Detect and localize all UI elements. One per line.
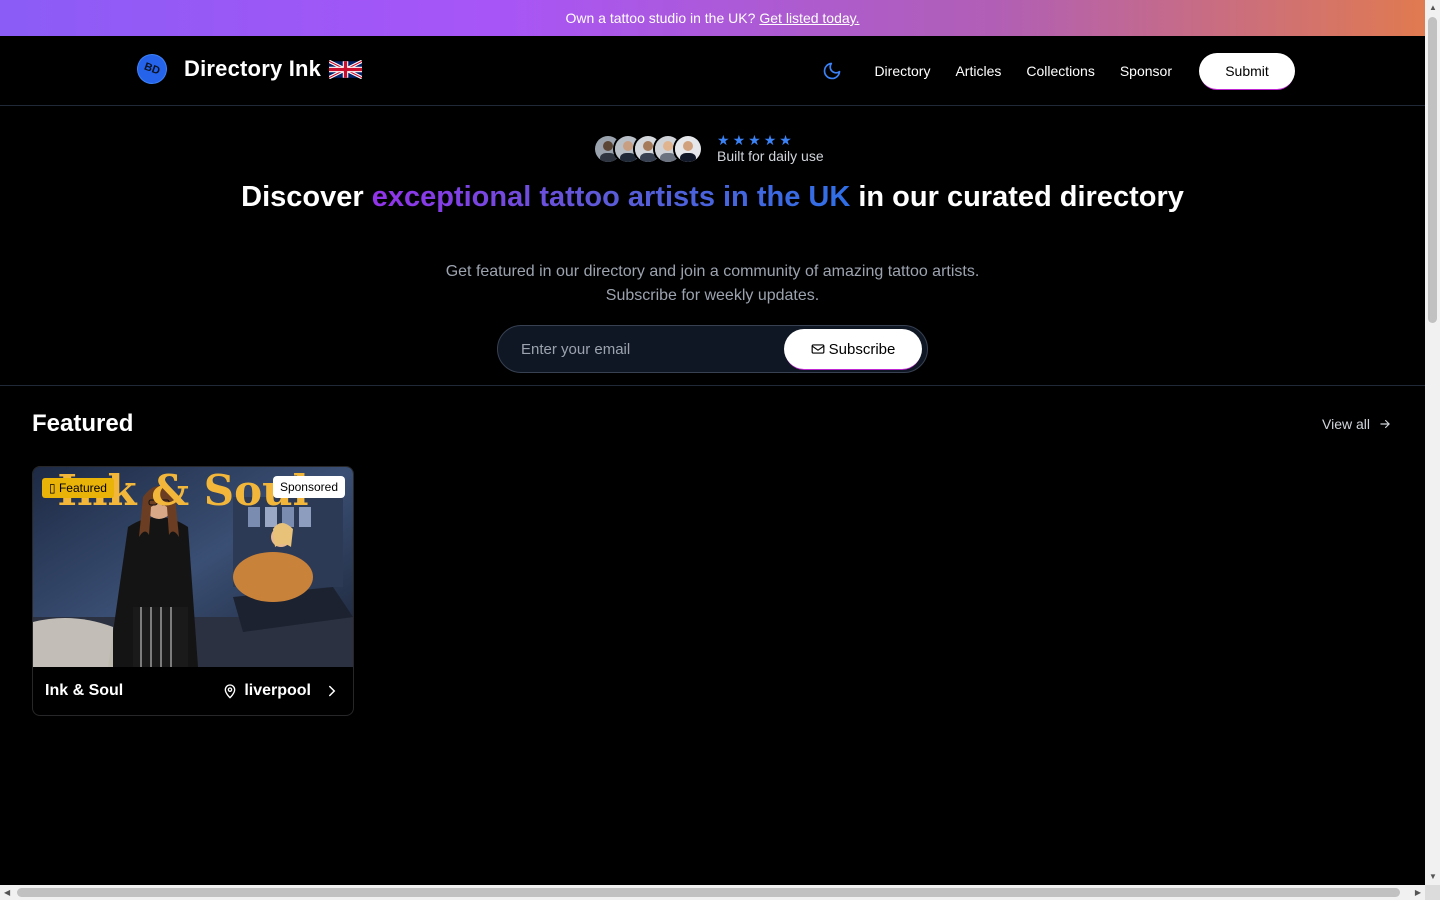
scroll-up-icon[interactable]: ▲	[1429, 4, 1437, 12]
rating-stars: ★ ★ ★ ★ ★	[717, 133, 824, 147]
card-image: Ink & Soul ▯ Featured Sponsored	[33, 467, 353, 667]
hero-title: Discover exceptional tattoo artists in t…	[0, 178, 1425, 216]
map-pin-icon	[224, 684, 236, 699]
sponsored-badge: Sponsored	[272, 476, 345, 498]
star-icon: ★	[717, 132, 730, 148]
featured-title: Featured	[32, 410, 134, 437]
arrow-right-icon	[1380, 419, 1390, 429]
scrollbar-corner	[1425, 885, 1440, 900]
card-title: Ink & Soul	[45, 682, 124, 699]
view-all-link[interactable]: View all	[1322, 416, 1392, 432]
moon-icon	[824, 62, 841, 80]
subscribe-button[interactable]: Subscribe	[784, 329, 922, 369]
subscribe-form: Subscribe	[497, 325, 928, 373]
listing-card[interactable]: Ink & Soul ▯ Featured Sponsored Ink & So…	[32, 466, 354, 716]
avatar	[673, 133, 703, 164]
hero-title-highlight: exceptional tattoo artists in the UK	[371, 181, 851, 213]
view-all-label: View all	[1322, 416, 1370, 432]
card-footer: Ink & Soul liverpool	[33, 667, 353, 715]
chevron-right-icon	[329, 685, 336, 697]
email-input[interactable]	[498, 340, 784, 358]
brand-link[interactable]: BD Directory Ink	[132, 49, 363, 89]
scroll-right-icon[interactable]: ▶	[1415, 889, 1421, 897]
hero-title-start: Discover	[241, 181, 372, 213]
nav-sponsor[interactable]: Sponsor	[1120, 63, 1172, 79]
mail-icon	[811, 344, 825, 354]
get-listed-link[interactable]: Get listed today.	[759, 10, 859, 26]
featured-header: Featured View all	[32, 410, 1392, 438]
hero-section: ★ ★ ★ ★ ★ Built for daily use Discover e…	[0, 106, 1425, 386]
nav-collections[interactable]: Collections	[1026, 63, 1094, 79]
nav-directory[interactable]: Directory	[874, 63, 930, 79]
nav-articles[interactable]: Articles	[955, 63, 1001, 79]
site-header: BD Directory Ink Directory Articles Coll…	[0, 36, 1425, 106]
vertical-scrollbar[interactable]: ▲ ▼	[1425, 0, 1440, 885]
main-nav: Directory Articles Collections Sponsor S…	[822, 53, 1295, 89]
subscribe-label: Subscribe	[828, 340, 896, 358]
submit-button[interactable]: Submit	[1199, 53, 1295, 89]
star-icon: ★	[763, 132, 777, 148]
vertical-scroll-thumb[interactable]	[1428, 17, 1437, 323]
horizontal-scrollbar[interactable]: ◀ ▶	[0, 885, 1425, 900]
proof-label: Built for daily use	[717, 148, 824, 164]
card-location: liverpool	[222, 682, 341, 700]
uk-flag-icon	[329, 59, 363, 79]
avatar-group	[593, 133, 703, 164]
theme-toggle-button[interactable]	[822, 60, 844, 82]
card-location-label: liverpool	[244, 682, 311, 699]
horizontal-scroll-thumb[interactable]	[17, 888, 1400, 897]
announcement-banner: Own a tattoo studio in the UK? Get liste…	[0, 0, 1425, 36]
banner-text: Own a tattoo studio in the UK?	[565, 10, 756, 26]
brand-name: Directory Ink	[184, 56, 322, 81]
featured-badge-label: Featured	[58, 481, 107, 495]
logo-icon: BD	[132, 49, 172, 89]
star-icon: ★	[748, 132, 761, 148]
star-icon: ★	[732, 132, 746, 148]
star-icon: ▯	[49, 481, 56, 495]
social-proof: ★ ★ ★ ★ ★ Built for daily use	[593, 133, 824, 164]
hero-subtitle: Get featured in our directory and join a…	[445, 263, 980, 304]
scroll-left-icon[interactable]: ◀	[4, 889, 10, 897]
star-icon: ★	[779, 132, 792, 148]
featured-badge: ▯ Featured	[42, 478, 114, 498]
hero-title-end: in our curated directory	[850, 181, 1184, 213]
scroll-down-icon[interactable]: ▼	[1429, 873, 1437, 881]
page: Own a tattoo studio in the UK? Get liste…	[0, 0, 1425, 885]
